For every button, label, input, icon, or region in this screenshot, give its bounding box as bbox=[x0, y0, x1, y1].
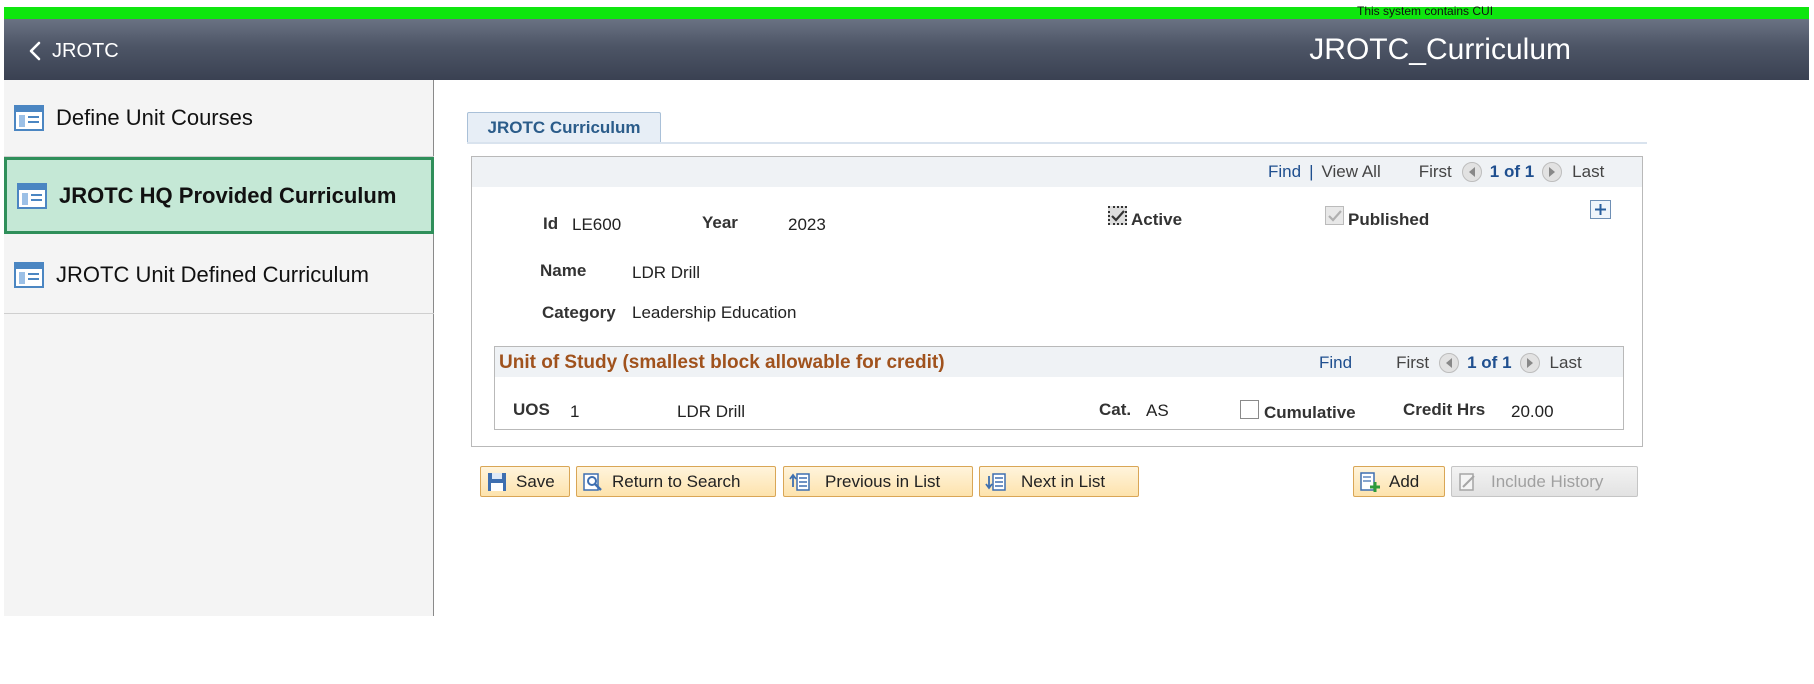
back-button-label: JROTC bbox=[52, 39, 119, 62]
sidebar-item-hq-provided-curriculum[interactable]: JROTC HQ Provided Curriculum bbox=[4, 157, 434, 234]
include-history-button: Include History bbox=[1451, 466, 1638, 497]
cat-value: AS bbox=[1146, 401, 1169, 420]
add-button[interactable]: Add bbox=[1353, 466, 1445, 497]
cat-label: Cat. bbox=[1099, 400, 1132, 419]
published-label: Published bbox=[1348, 210, 1430, 229]
nav-separator: | bbox=[1309, 162, 1314, 181]
previous-in-list-button[interactable]: Previous in List bbox=[783, 466, 973, 497]
include-history-label: Include History bbox=[1491, 471, 1604, 491]
active-label: Active bbox=[1131, 210, 1183, 229]
back-button[interactable]: JROTC bbox=[28, 39, 119, 63]
name-label: Name bbox=[540, 261, 587, 280]
history-icon bbox=[1459, 472, 1475, 491]
save-button[interactable]: Save bbox=[480, 466, 570, 497]
view-all-link[interactable]: View All bbox=[1322, 162, 1381, 182]
category-value: Leadership Education bbox=[632, 303, 797, 322]
next-list-icon bbox=[985, 472, 1006, 491]
uos-label: UOS bbox=[513, 400, 550, 419]
cui-banner: This system contains CUI bbox=[4, 4, 1809, 19]
add-icon bbox=[1360, 471, 1380, 492]
published-checkbox bbox=[1325, 206, 1344, 225]
return-to-search-label: Return to Search bbox=[612, 471, 741, 491]
prev-arrow-icon[interactable] bbox=[1461, 162, 1482, 182]
uos-first-label: First bbox=[1396, 353, 1430, 372]
uos-grid-nav: Find First 1 of 1 Last bbox=[1319, 353, 1582, 373]
credit-hrs-label: Credit Hrs bbox=[1403, 400, 1486, 419]
return-to-search-button[interactable]: Return to Search bbox=[576, 466, 776, 497]
uos-row-count: 1 of 1 bbox=[1467, 353, 1512, 372]
id-value: LE600 bbox=[572, 215, 622, 234]
cumulative-label: Cumulative bbox=[1264, 403, 1356, 422]
first-label: First bbox=[1418, 162, 1452, 181]
unit-of-study-title: Unit of Study (smallest block allowable … bbox=[499, 352, 945, 373]
add-row-button[interactable] bbox=[1590, 200, 1611, 219]
uos-value: 1 bbox=[570, 402, 580, 421]
year-value: 2023 bbox=[788, 215, 826, 234]
sidebar: Define Unit Courses JROTC HQ Provided Cu… bbox=[4, 80, 434, 616]
previous-in-list-label: Previous in List bbox=[825, 471, 941, 491]
previous-list-icon bbox=[789, 472, 810, 491]
component-page-icon bbox=[14, 105, 44, 131]
find-link[interactable]: Find bbox=[1268, 162, 1301, 182]
tab-jrotc-curriculum[interactable]: JROTC Curriculum bbox=[467, 112, 661, 143]
main-grid-nav: Find | View All First 1 of 1 Last bbox=[1268, 162, 1604, 182]
add-button-label: Add bbox=[1389, 471, 1420, 491]
sidebar-item-label: JROTC HQ Provided Curriculum bbox=[59, 182, 397, 208]
next-arrow-icon[interactable] bbox=[1542, 162, 1563, 182]
last-label: Last bbox=[1572, 162, 1605, 181]
uos-prev-arrow-icon[interactable] bbox=[1439, 353, 1460, 373]
uos-find-link[interactable]: Find bbox=[1319, 353, 1352, 373]
next-in-list-label: Next in List bbox=[1021, 471, 1106, 491]
save-icon bbox=[488, 472, 506, 491]
sidebar-item-label: JROTC Unit Defined Curriculum bbox=[56, 262, 369, 287]
active-checkbox[interactable] bbox=[1108, 206, 1127, 225]
checkmark-icon bbox=[1327, 209, 1342, 222]
plus-icon bbox=[1595, 204, 1606, 215]
header-bar: JROTC JROTC_Curriculum bbox=[4, 19, 1809, 80]
credit-hrs-value: 20.00 bbox=[1511, 402, 1554, 421]
cumulative-checkbox[interactable] bbox=[1240, 400, 1259, 419]
checkmark-icon bbox=[1110, 209, 1125, 222]
next-in-list-button[interactable]: Next in List bbox=[979, 466, 1139, 497]
component-page-icon bbox=[14, 262, 44, 288]
year-label: Year bbox=[702, 213, 738, 232]
uos-next-arrow-icon[interactable] bbox=[1519, 353, 1540, 373]
tab-label: JROTC Curriculum bbox=[487, 118, 641, 137]
sidebar-item-unit-defined-curriculum[interactable]: JROTC Unit Defined Curriculum bbox=[4, 237, 434, 314]
page-title: JROTC_Curriculum bbox=[1309, 33, 1571, 66]
id-label: Id bbox=[543, 214, 559, 233]
uos-name-value: LDR Drill bbox=[677, 402, 745, 421]
save-button-label: Save bbox=[516, 471, 555, 491]
cui-banner-text: This system contains CUI bbox=[1357, 4, 1494, 18]
tab-divider bbox=[467, 142, 1647, 144]
category-label: Category bbox=[542, 303, 616, 322]
sidebar-item-label: Define Unit Courses bbox=[56, 105, 253, 130]
uos-last-label: Last bbox=[1549, 353, 1582, 372]
component-page-icon bbox=[17, 182, 47, 209]
name-value: LDR Drill bbox=[632, 263, 700, 282]
search-icon bbox=[583, 472, 602, 491]
sidebar-item-define-unit-courses[interactable]: Define Unit Courses bbox=[4, 80, 434, 157]
row-count: 1 of 1 bbox=[1489, 162, 1535, 181]
chevron-left-icon bbox=[29, 41, 41, 61]
